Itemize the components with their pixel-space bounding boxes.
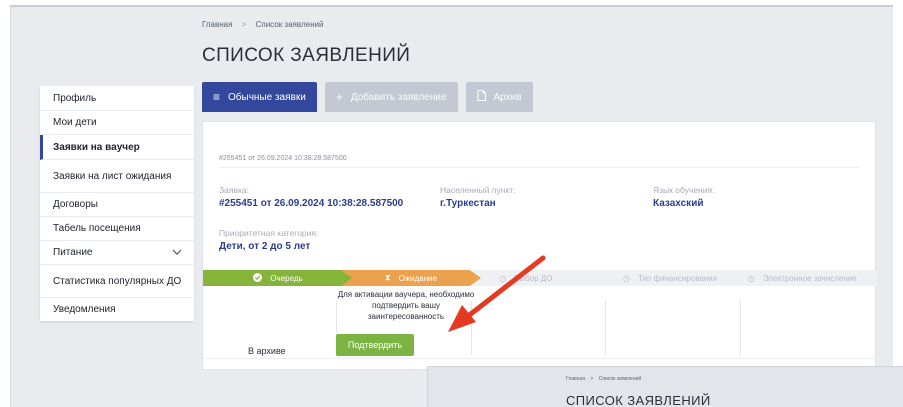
clock-icon: ◷ — [748, 273, 755, 283]
sidebar-item-label: Заявки на лист ожидания — [53, 170, 172, 182]
priority-value: Дети, от 2 до 5 лет — [219, 241, 311, 252]
confirm-button[interactable]: Подтвердить — [336, 334, 414, 356]
step-financing-type: ◷ Тип финансирования — [623, 270, 717, 286]
page-title: СПИСОК ЗАЯВЛЕНИЙ — [202, 45, 411, 66]
application-info: Заявка: #255451 от 26.09.2024 10:38:28.5… — [219, 185, 403, 209]
tab-add-application[interactable]: + Добавить заявление — [324, 82, 458, 112]
sidebar-item-label: Договоры — [53, 199, 98, 210]
step-waiting: ⧗ Ожидание — [341, 270, 481, 286]
hourglass-icon: ⧗ — [384, 273, 391, 282]
sidebar-item-statistics[interactable]: Статистика популярных ДО — [40, 265, 194, 298]
tabs: ≡ Обычные заявки + Добавить заявление Ар… — [202, 82, 533, 112]
sidebar-item-nutrition[interactable]: Питание — [40, 241, 194, 265]
step-choose-do: ◷ Выбор ДО — [499, 270, 552, 286]
application-card: #255451 от 26.09.2024 10:38:28.587500 За… — [202, 121, 877, 370]
sidebar-item-label: Заявки на ваучер — [53, 141, 140, 153]
plus-icon: + — [335, 90, 343, 104]
breadcrumb-separator: > — [241, 20, 247, 29]
language-label: Язык обучения: — [653, 185, 715, 195]
check-circle-icon — [253, 272, 263, 284]
language-info: Язык обучения: Казахский — [653, 185, 714, 209]
tab-archive[interactable]: Архив — [465, 82, 533, 112]
sidebar-item-profile[interactable]: Профиль — [40, 86, 194, 111]
card-header: #255451 от 26.09.2024 10:38:28.587500 — [219, 155, 347, 162]
chevron-down-icon — [172, 247, 182, 258]
sidebar-item-attendance[interactable]: Табель посещения — [40, 217, 194, 241]
sidebar-item-notifications[interactable]: Уведомления — [40, 298, 194, 321]
clock-icon: ◷ — [623, 273, 630, 283]
locality-value: г.Туркестан — [440, 198, 496, 209]
sidebar-item-label: Статистика популярных ДО — [53, 275, 182, 287]
status-grid — [203, 286, 877, 359]
locality-label: Населенный пункт: — [440, 185, 516, 195]
priority-info: Приоритетная категория: Дети, от 2 до 5 … — [219, 228, 318, 252]
column-divider — [605, 301, 606, 355]
application-label: Заявка: — [219, 185, 249, 195]
progress-steps: Очередь ⧗ Ожидание ◷ Выбор ДО ◷ Тип фина… — [203, 270, 877, 286]
tab-regular-applications[interactable]: ≡ Обычные заявки — [202, 82, 317, 112]
breadcrumb-home[interactable]: Главная — [202, 20, 232, 29]
sidebar-item-label: Питание — [53, 247, 93, 258]
sidebar-item-label: Мои дети — [53, 117, 97, 128]
tab-label: Обычные заявки — [228, 91, 306, 103]
language-value: Казахский — [653, 198, 704, 209]
confirmation-note: Для активации ваучера, необходимо подтве… — [337, 290, 475, 321]
priority-label: Приоритетная категория: — [219, 228, 319, 238]
overlay-breadcrumb-home: Главная — [566, 376, 586, 382]
step-label: Тип финансирования — [637, 273, 718, 283]
step-queue: Очередь — [203, 270, 353, 286]
overlay-screenshot: Главная > Список заявлений СПИСОК ЗАЯВЛЕ… — [427, 366, 903, 407]
step-label: Выбор ДО — [513, 273, 553, 283]
step-label: Ожидание — [398, 273, 438, 283]
breadcrumb-current: Список заявлений — [255, 20, 324, 29]
sidebar-item-label: Профиль — [53, 92, 97, 104]
locality-info: Населенный пункт: г.Туркестан — [440, 185, 515, 209]
step-electronic-enrollment: ◷ Электронное зачисление — [748, 270, 857, 286]
breadcrumb: Главная > Список заявлений — [202, 20, 323, 29]
tab-label: Архив — [493, 91, 522, 103]
sidebar-item-label: Табель посещения — [53, 223, 141, 234]
sidebar-item-waiting-list[interactable]: Заявки на лист ожидания — [40, 160, 194, 193]
sidebar-item-my-children[interactable]: Мои дети — [40, 111, 194, 135]
clock-icon: ◷ — [499, 273, 506, 283]
column-divider — [740, 301, 741, 355]
archive-status-text: В архиве — [248, 346, 286, 356]
step-label: Очередь — [270, 273, 303, 283]
divider — [219, 167, 859, 168]
sidebar-item-label: Уведомления — [53, 304, 116, 315]
tab-label: Добавить заявление — [350, 91, 447, 103]
sidebar-item-voucher-applications[interactable]: Заявки на ваучер — [40, 135, 194, 160]
overlay-breadcrumb-separator: > — [590, 376, 594, 382]
overlay-breadcrumb-current: Список заявлений — [598, 376, 642, 382]
overlay-page-title: СПИСОК ЗАЯВЛЕНИЙ — [566, 393, 711, 407]
archive-icon — [477, 90, 486, 104]
list-icon: ≡ — [213, 90, 221, 104]
app-frame: Главная > Список заявлений СПИСОК ЗАЯВЛЕ… — [10, 5, 893, 407]
sidebar: Профиль Мои дети Заявки на ваучер Заявки… — [40, 86, 194, 321]
sidebar-item-contracts[interactable]: Договоры — [40, 193, 194, 217]
overlay-breadcrumb: Главная > Список заявлений — [566, 376, 641, 382]
step-label: Электронное зачисление — [762, 273, 857, 283]
application-value: #255451 от 26.09.2024 10:38:28.587500 — [219, 198, 404, 209]
